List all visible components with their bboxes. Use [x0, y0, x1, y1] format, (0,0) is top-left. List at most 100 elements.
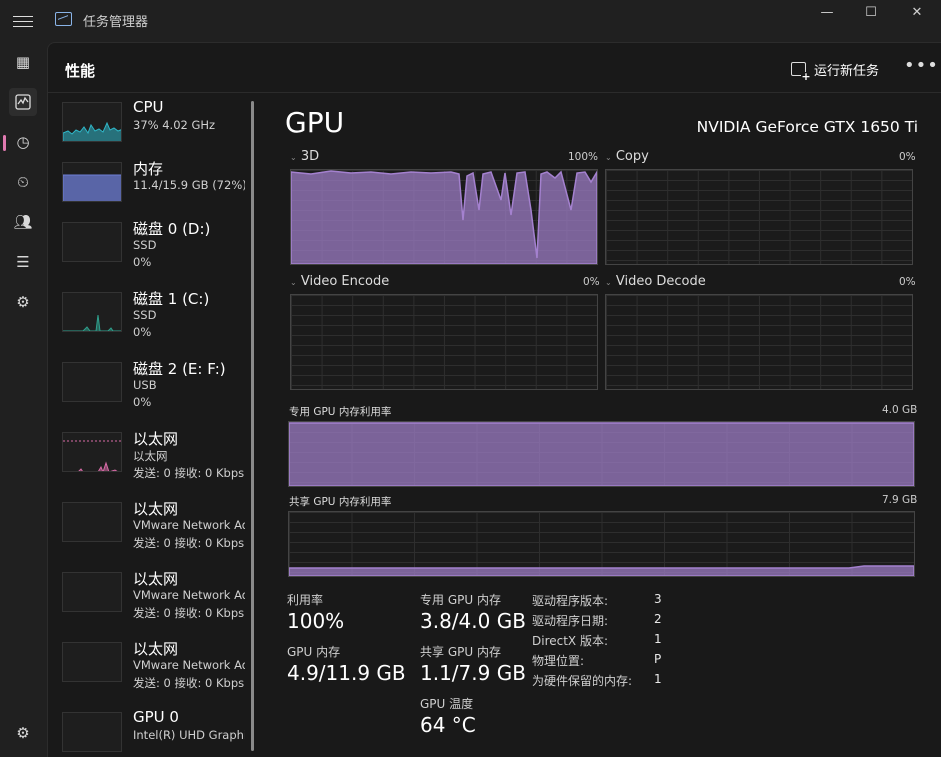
engine-pct-copy: 0%	[899, 151, 916, 163]
processes-icon[interactable]: ▦	[9, 48, 37, 76]
hamburger-menu-icon[interactable]	[13, 12, 33, 30]
device-thumbnail	[62, 432, 122, 472]
chevron-down-icon: ⌄	[290, 278, 297, 287]
window-title: 任务管理器	[83, 15, 149, 30]
device-thumbnail	[62, 502, 122, 542]
engine-name: Video Decode	[615, 274, 706, 289]
gpu-model: NVIDIA GeForce GTX 1650 Ti	[696, 118, 918, 136]
graph-shared-mem	[288, 511, 915, 577]
dedicated-mem-stat-value: 3.8/4.0 GB	[420, 609, 526, 633]
graph-dedicated-mem	[288, 421, 915, 487]
device-name: 以太网	[133, 500, 179, 518]
nav-rail: ▦ ◷ ⏲ 👥︎ ☰ ⚙ ⚙	[0, 42, 46, 757]
run-task-icon	[791, 62, 811, 82]
shared-mem-stat-label: 共享 GPU 内存	[420, 645, 501, 659]
close-icon[interactable]: ✕	[907, 4, 927, 22]
graph-copy	[605, 169, 913, 265]
hw-reserved-mem-value: 1	[654, 672, 662, 686]
active-indicator	[3, 135, 6, 151]
device-item[interactable]: CPU 37% 4.02 GHz	[48, 98, 248, 164]
engine-pct-3d: 100%	[568, 151, 599, 163]
engine-label-copy[interactable]: ⌄ Copy	[605, 149, 649, 164]
title-bar: 任务管理器 — ☐ ✕	[0, 0, 941, 42]
engine-name: Copy	[615, 149, 649, 164]
main-panel: 性能 运行新任务 ••• CPU 37% 4.02 GHz 内存11.4/15.9 …	[47, 42, 941, 757]
device-name: 以太网	[133, 570, 179, 588]
graph-area	[291, 170, 597, 264]
device-line1: SSD	[133, 238, 157, 252]
device-name: GPU 0	[133, 708, 179, 726]
engine-pct-video-decode: 0%	[899, 276, 916, 288]
page-title: 性能	[65, 62, 96, 80]
startup-icon[interactable]: ⏲	[9, 168, 37, 196]
engine-pct-video-encode: 0%	[583, 276, 600, 288]
maximize-icon[interactable]: ☐	[861, 4, 881, 22]
device-thumbnail-trace	[63, 121, 121, 141]
services-icon[interactable]: ⚙	[9, 288, 37, 316]
device-name: 内存	[133, 160, 164, 178]
device-thumbnail-trace	[63, 314, 121, 331]
device-list-scrollbar[interactable]	[251, 101, 254, 751]
device-line1: Intel(R) UHD Graphics	[133, 728, 245, 742]
performance-icon[interactable]	[9, 88, 37, 116]
shared-mem-stat-value: 1.1/7.9 GB	[420, 661, 526, 685]
device-item[interactable]: 内存 11.4/15.9 GB (72%)	[48, 158, 248, 224]
engine-label-video-encode[interactable]: ⌄ Video Encode	[290, 274, 389, 289]
engine-name: Video Encode	[300, 274, 390, 289]
panel-header: 性能 运行新任务 •••	[48, 43, 941, 93]
app-history-icon[interactable]: ◷	[9, 128, 37, 156]
directx-version-label: DirectX 版本:	[532, 634, 609, 648]
details-icon[interactable]: ☰	[9, 248, 37, 276]
device-item[interactable]: 以太网VMware Network Adapter 发送: 0 接收: 0 Kbp…	[48, 568, 248, 634]
device-line1: VMware Network Adapter	[133, 588, 245, 602]
device-line2: 0%	[133, 395, 152, 409]
device-name: 磁盘 1 (C:)	[133, 290, 210, 308]
device-item[interactable]: 磁盘 1 (C:) SSD 0%	[48, 288, 248, 354]
settings-icon[interactable]: ⚙	[9, 719, 37, 747]
task-manager-app-icon	[55, 12, 72, 26]
engine-name: 3D	[300, 149, 320, 164]
physical-location-value: P	[654, 652, 662, 666]
directx-version-value: 1	[654, 632, 662, 646]
device-line1: SSD	[133, 308, 157, 322]
driver-date-value: 2	[654, 612, 662, 626]
util-value: 100%	[287, 609, 345, 633]
gpu-title: GPU	[285, 106, 345, 139]
chevron-down-icon: ⌄	[290, 153, 297, 162]
device-item[interactable]: 磁盘 2 (E: F:) USB 0%	[48, 358, 248, 424]
device-line2: 0%	[133, 325, 152, 339]
graph-video-encode	[290, 294, 598, 390]
device-thumbnail	[62, 572, 122, 612]
device-item[interactable]: 以太网VMware Network Adapter 发送: 0 接收: 0 Kbp…	[48, 498, 248, 564]
device-thumbnail	[62, 712, 122, 752]
device-line1: 以太网	[133, 449, 168, 463]
engine-label-3d[interactable]: ⌄ 3D	[290, 149, 319, 164]
dedicated-mem-stat-label: 专用 GPU 内存	[420, 593, 501, 607]
device-item[interactable]: 以太网 以太网 发送: 0 接收: 0 Kbps	[48, 428, 248, 494]
device-item[interactable]: 以太网VMware Network Adapter 发送: 0 接收: 0 Kbp…	[48, 638, 248, 704]
device-thumbnail	[62, 162, 122, 202]
run-new-task-button[interactable]: 运行新任务	[791, 59, 880, 82]
engine-label-video-decode[interactable]: ⌄ Video Decode	[605, 274, 706, 289]
chevron-down-icon: ⌄	[605, 153, 612, 162]
device-name: 磁盘 2 (E: F:)	[133, 360, 226, 378]
graph-area	[289, 422, 914, 486]
minimize-icon[interactable]: —	[817, 4, 837, 22]
gpu-mem-label: GPU 内存	[287, 645, 341, 659]
device-item[interactable]: 磁盘 0 (D:) SSD 0%	[48, 218, 248, 284]
device-thumbnail	[62, 642, 122, 682]
device-item[interactable]: GPU 0 Intel(R) UHD Graphics	[48, 708, 248, 757]
more-options-icon[interactable]: •••	[904, 55, 939, 76]
device-thumbnail	[62, 222, 122, 262]
gpu-mem-value: 4.9/11.9 GB	[287, 661, 406, 685]
run-new-task-label: 运行新任务	[814, 63, 880, 79]
shared-mem-label: 共享 GPU 内存利用率	[289, 496, 392, 508]
device-line1: VMware Network Adapter	[133, 658, 245, 672]
users-icon[interactable]: 👥︎	[9, 208, 37, 236]
gpu-temp-label: GPU 温度	[420, 697, 474, 711]
device-thumbnail	[62, 292, 122, 332]
graph-3d	[290, 169, 598, 265]
driver-version-value: 3	[654, 592, 662, 606]
device-name: CPU	[133, 98, 164, 116]
device-name: 以太网	[133, 640, 179, 658]
